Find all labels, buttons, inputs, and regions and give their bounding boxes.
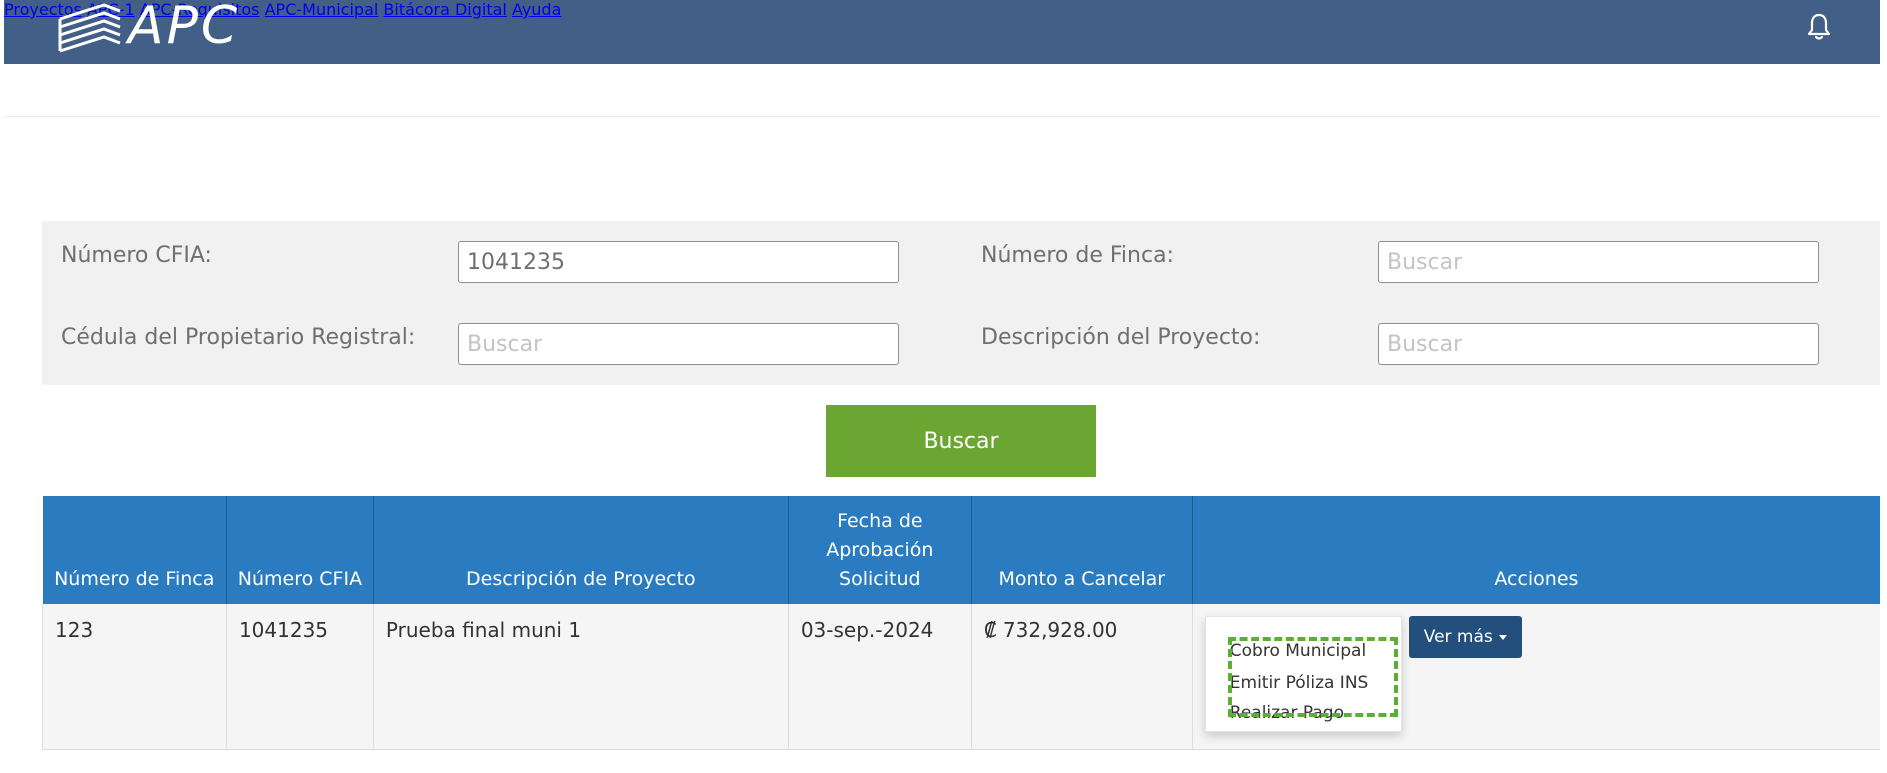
col-fecha-aprobacion[interactable]: Fecha de Aprobación Solicitud — [787, 496, 972, 604]
col-descripcion-label: Descripción de Proyecto — [466, 568, 696, 590]
table-row: 123 1041235 Prueba final muni 1 03-sep.-… — [42, 604, 1880, 750]
nav-ayuda[interactable]: Ayuda — [512, 0, 561, 19]
search-panel: Número CFIA: Número de Finca: Cédula del… — [42, 221, 1880, 385]
menu-item-emitir-poliza[interactable]: Emitir Póliza INS — [1230, 673, 1369, 693]
nav-bitacora-digital[interactable]: Bitácora Digital — [383, 0, 506, 19]
actions-dropdown-menu: Cobro Municipal Emitir Póliza INS Realiz… — [1204, 616, 1402, 732]
building-logo-icon — [58, 3, 121, 53]
descripcion-input[interactable] — [1378, 323, 1819, 365]
cedula-label: Cédula del Propietario Registral: — [61, 325, 416, 350]
ver-mas-label: Ver más — [1423, 627, 1493, 647]
top-navbar: APC Proyectos APC-1 APC-Requisitos APC-M… — [4, 0, 1880, 64]
cell-fecha: 03-sep.-2024 — [787, 604, 972, 750]
menu-item-cobro-municipal[interactable]: Cobro Municipal — [1230, 641, 1366, 661]
cell-cfia: 1041235 — [225, 604, 374, 750]
apc-logo[interactable]: APC — [54, 0, 240, 56]
ver-mas-button[interactable]: Ver más — [1408, 616, 1522, 658]
results-table: Número de Finca Número CFIA Descripción … — [42, 496, 1880, 750]
cell-acciones: Cobro Municipal Emitir Póliza INS Realiz… — [1191, 604, 1880, 750]
col-fecha-label: Fecha de Aprobación Solicitud — [826, 510, 934, 590]
col-acciones: Acciones — [1191, 496, 1880, 604]
col-numero-cfia[interactable]: Número CFIA — [225, 496, 374, 604]
cfia-label: Número CFIA: — [61, 243, 212, 268]
bell-icon[interactable] — [1805, 12, 1833, 42]
table-header-row: Número de Finca Número CFIA Descripción … — [42, 496, 1880, 604]
nav-apc-municipal[interactable]: APC-Municipal — [265, 0, 379, 19]
finca-label: Número de Finca: — [981, 243, 1174, 268]
logo-text: APC — [128, 0, 241, 56]
menu-item-realizar-pago[interactable]: Realizar Pago — [1230, 703, 1344, 723]
finca-input[interactable] — [1378, 241, 1819, 283]
col-monto[interactable]: Monto a Cancelar — [970, 496, 1193, 604]
header-divider — [4, 116, 1880, 117]
cedula-input[interactable] — [458, 323, 899, 365]
cell-finca: 123 — [42, 604, 227, 750]
cell-monto: ₡ 732,928.00 — [970, 604, 1193, 750]
col-descripcion[interactable]: Descripción de Proyecto — [372, 496, 789, 604]
caret-down-icon — [1498, 634, 1507, 640]
cfia-input[interactable] — [458, 241, 899, 283]
buscar-button[interactable]: Buscar — [826, 405, 1096, 477]
cell-descripcion: Prueba final muni 1 — [372, 604, 789, 750]
col-numero-finca[interactable]: Número de Finca — [42, 496, 227, 604]
descripcion-label: Descripción del Proyecto: — [981, 325, 1261, 350]
